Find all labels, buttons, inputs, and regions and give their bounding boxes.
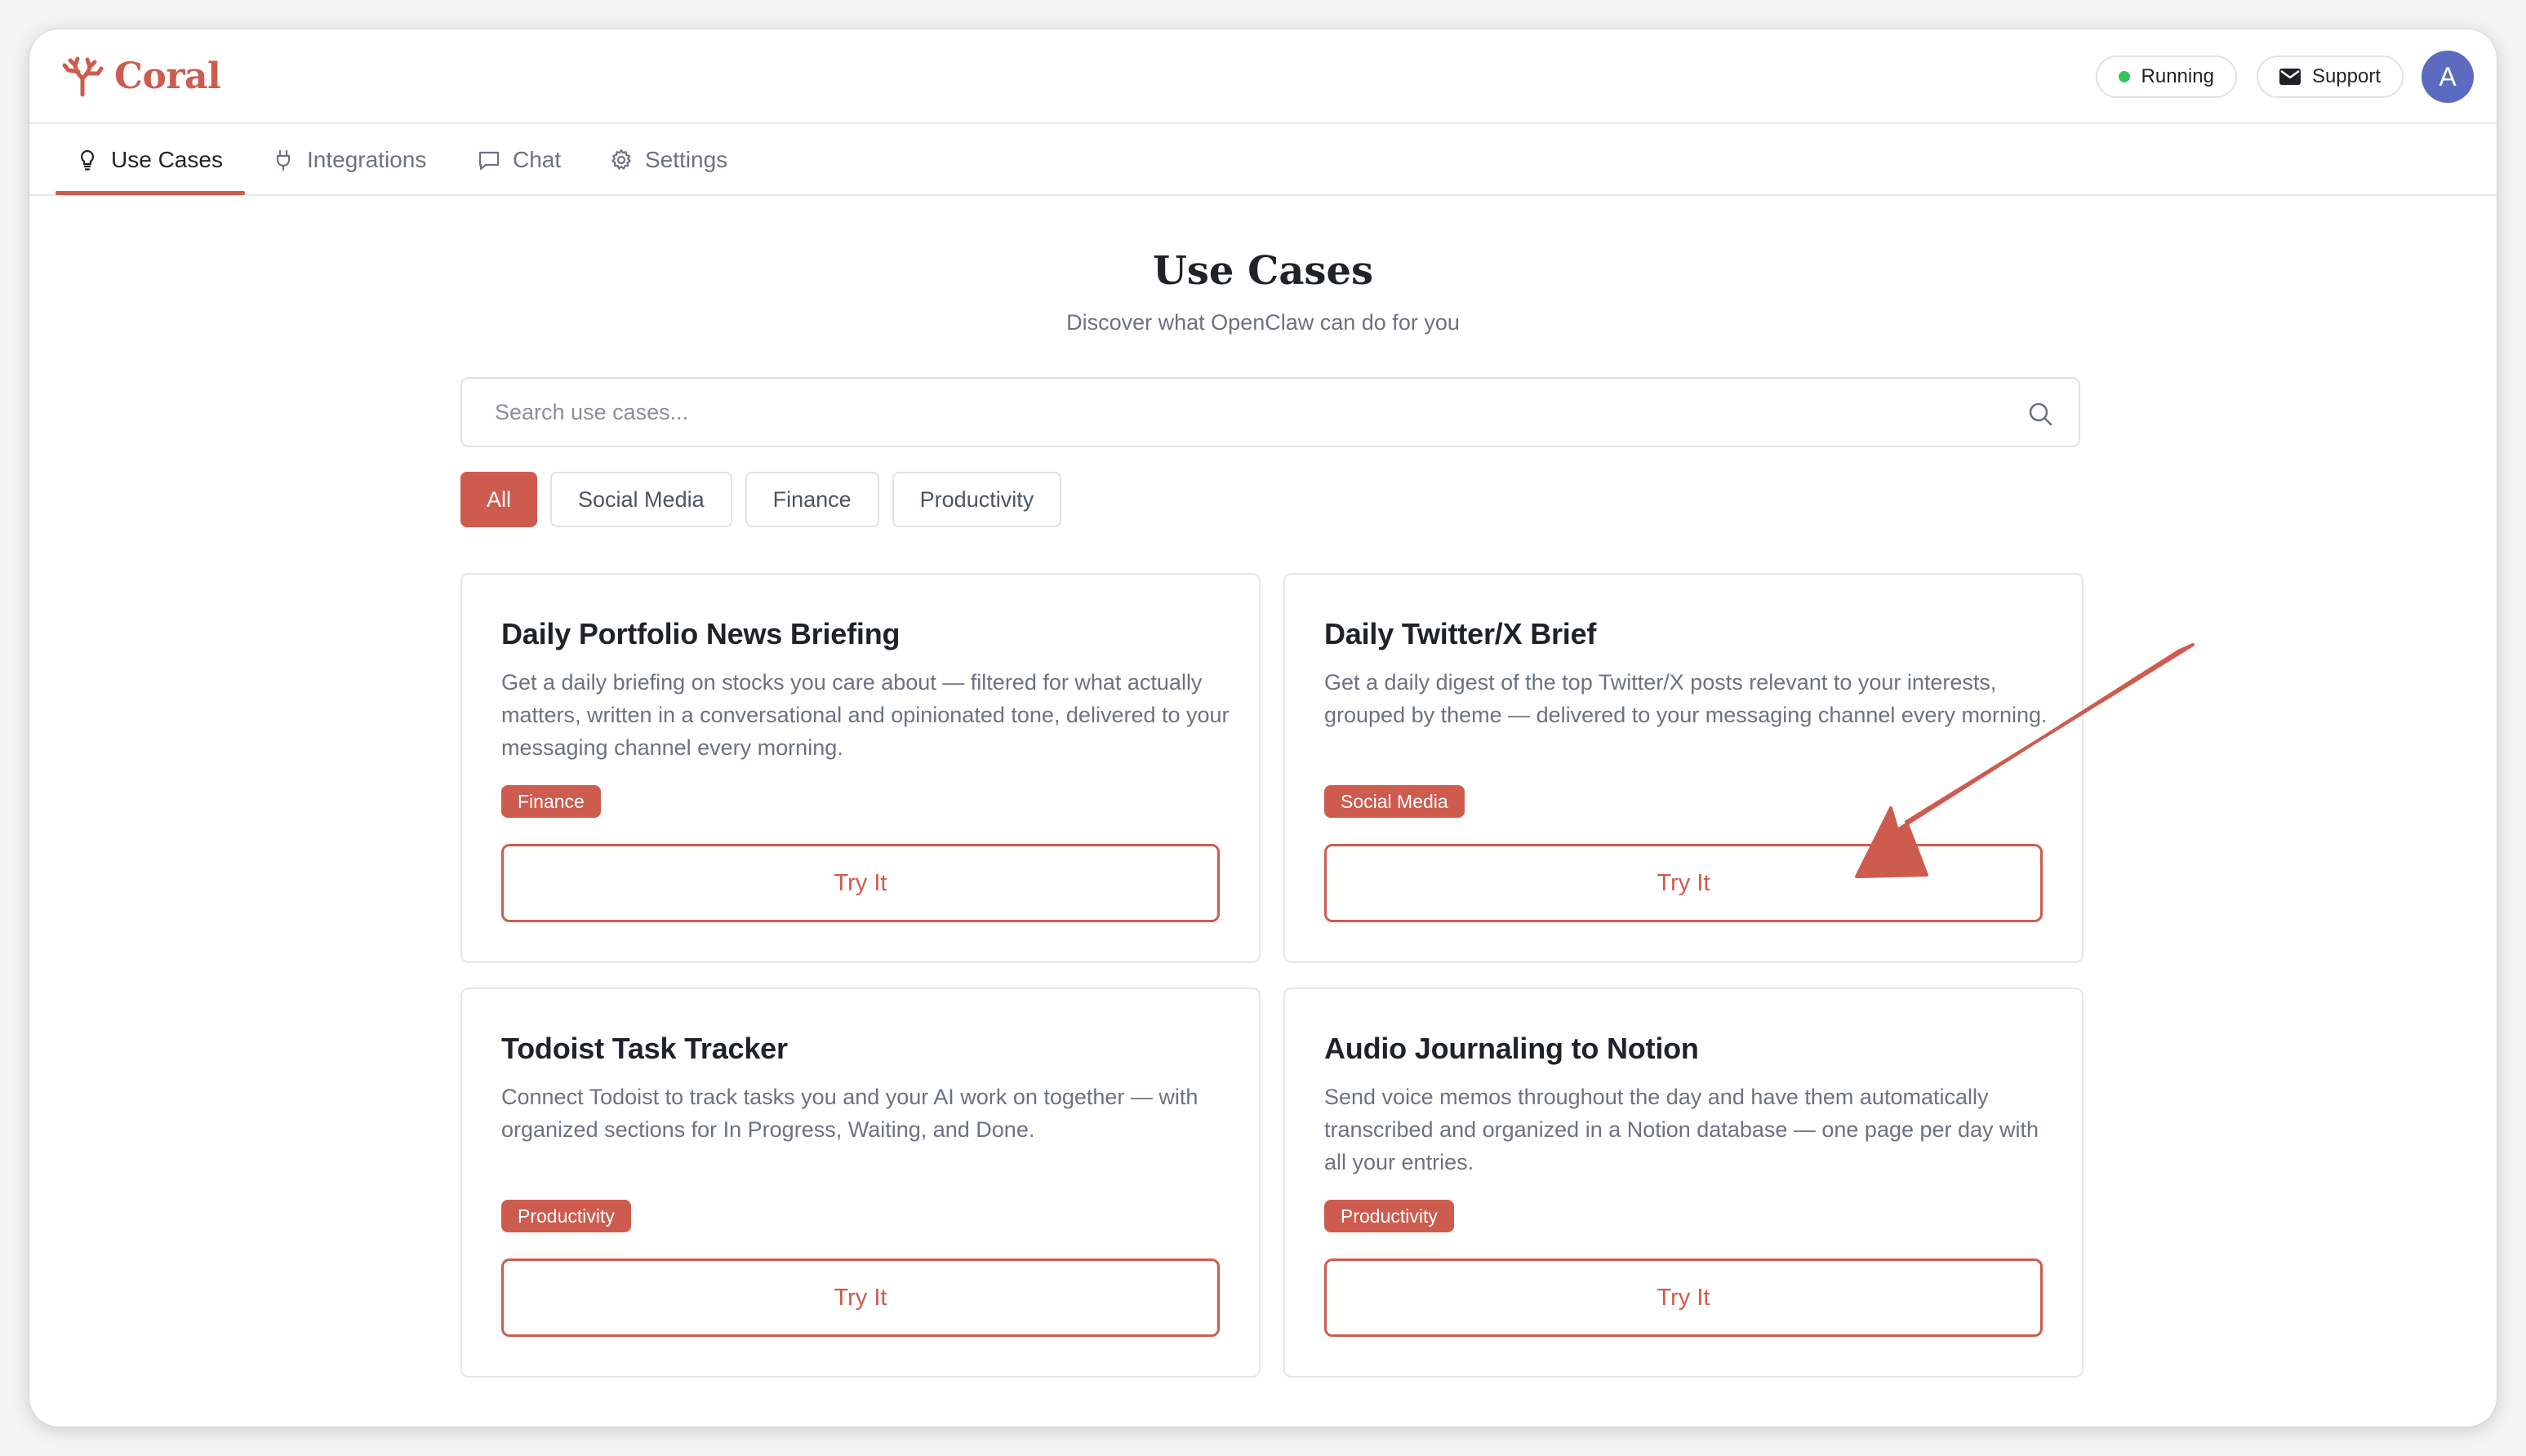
filter-finance[interactable]: Finance	[745, 472, 879, 527]
tab-label: Integrations	[307, 147, 427, 172]
tab-integrations[interactable]: Integrations	[271, 124, 426, 196]
use-case-card: Daily Portfolio News Briefing Get a dail…	[460, 573, 1261, 963]
support-label: Support	[2311, 65, 2381, 87]
app-name: Coral	[114, 55, 221, 97]
gear-icon	[611, 149, 631, 170]
filter-productivity[interactable]: Productivity	[892, 472, 1062, 527]
tab-use-cases[interactable]: Use Cases	[75, 124, 223, 196]
plug-icon	[276, 149, 291, 171]
tab-settings[interactable]: Settings	[609, 124, 727, 196]
use-case-card: Daily Twitter/X Brief Get a daily digest…	[1283, 573, 2084, 963]
page-title: Use Cases	[1152, 248, 1374, 294]
tab-label: Settings	[645, 147, 728, 172]
card-title: Daily Twitter/X Brief	[1324, 617, 1597, 650]
try-it-button[interactable]: Try It	[1324, 844, 2043, 922]
top-bar: Coral Running Support A	[29, 29, 2497, 124]
filter-all[interactable]: All	[460, 472, 538, 527]
chat-bubble-icon	[478, 151, 500, 171]
card-description: Get a daily digest of the top Twitter/X …	[1324, 670, 2048, 727]
tab-label: Use Cases	[111, 147, 223, 172]
coral-icon	[62, 56, 104, 97]
try-it-button[interactable]: Try It	[1324, 1258, 2043, 1337]
card-description: Connect Todoist to track tasks you and y…	[501, 1085, 1199, 1142]
search-icon[interactable]	[2026, 400, 2054, 428]
app-window: Coral Running Support A Use Cases Integr…	[29, 29, 2497, 1427]
category-badge: Finance	[501, 785, 601, 818]
status-dot-icon	[2118, 71, 2130, 82]
support-button[interactable]: Support	[2256, 55, 2404, 98]
card-title: Todoist Task Tracker	[501, 1032, 788, 1065]
card-title: Audio Journaling to Notion	[1324, 1032, 1699, 1065]
search-bar	[460, 377, 2080, 447]
header-actions: Running Support A	[2095, 51, 2474, 103]
card-description: Send voice memos throughout the day and …	[1324, 1085, 2039, 1174]
filter-social-media[interactable]: Social Media	[550, 472, 732, 527]
status-badge[interactable]: Running	[2095, 55, 2237, 98]
tab-chat[interactable]: Chat	[477, 124, 561, 196]
try-it-button[interactable]: Try It	[501, 844, 1220, 922]
active-tab-indicator	[56, 191, 245, 195]
page-subtitle: Discover what OpenClaw can do for you	[1066, 310, 1460, 335]
card-description: Get a daily briefing on stocks you care …	[501, 670, 1230, 760]
use-case-card: Audio Journaling to Notion Send voice me…	[1283, 988, 2084, 1378]
avatar[interactable]: A	[2421, 51, 2474, 103]
category-badge: Productivity	[1324, 1200, 1454, 1232]
category-badge: Productivity	[501, 1200, 631, 1232]
category-filters: All Social Media Finance Productivity	[460, 472, 1074, 527]
brand[interactable]: Coral	[60, 54, 221, 98]
mail-icon	[2279, 69, 2301, 85]
nav-tabs: Use Cases Integrations Chat Settings	[29, 124, 2497, 196]
category-badge: Social Media	[1324, 785, 1465, 818]
use-case-card: Todoist Task Tracker Connect Todoist to …	[460, 988, 1261, 1378]
tab-label: Chat	[513, 147, 562, 172]
status-label: Running	[2141, 65, 2214, 87]
try-it-button[interactable]: Try It	[501, 1258, 1220, 1337]
search-input[interactable]	[462, 379, 2079, 446]
card-title: Daily Portfolio News Briefing	[501, 617, 901, 650]
lightbulb-icon	[80, 149, 95, 171]
